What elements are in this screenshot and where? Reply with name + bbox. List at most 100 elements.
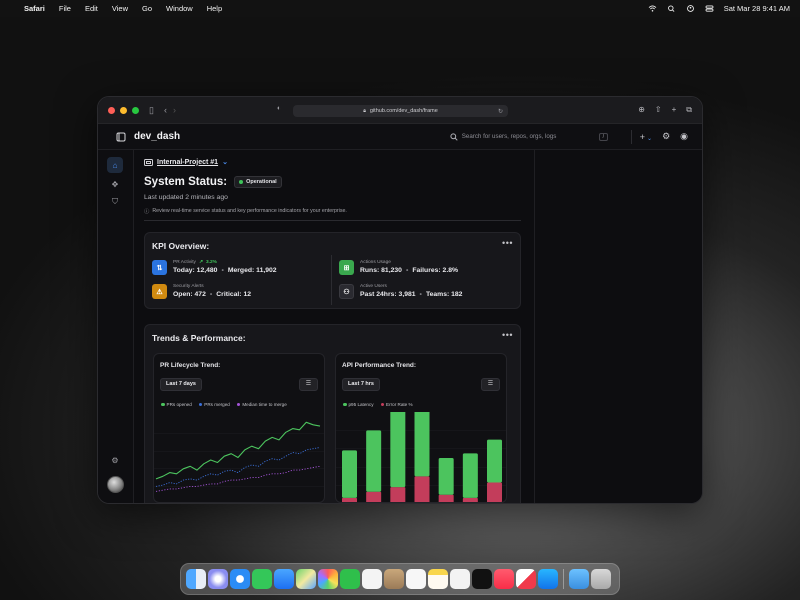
kpi-security-alerts[interactable]: ⚠ Security Alerts Open: 472 • Critical: 12 xyxy=(152,284,251,299)
trends-more-options-icon[interactable]: ••• xyxy=(502,330,513,340)
dock xyxy=(180,563,620,595)
api-chart-title: API Performance Trend: xyxy=(342,362,417,369)
pr-filter-icon[interactable]: ☰ xyxy=(299,378,318,391)
downloads-icon[interactable]: ⊕ xyxy=(638,105,645,115)
menu-edit[interactable]: Edit xyxy=(85,4,98,13)
menu-view[interactable]: View xyxy=(112,4,128,13)
new-tab-icon[interactable]: + xyxy=(672,105,677,115)
downloads-folder-icon[interactable] xyxy=(569,569,589,589)
kpi-actions-usage[interactable]: ⊞ Actions Usage Runs: 81,230 • Failures: 2… xyxy=(339,260,458,275)
sidebar-home-icon[interactable]: ⌂ xyxy=(107,157,123,173)
calendar-icon[interactable] xyxy=(362,569,382,589)
section-divider xyxy=(144,220,521,221)
settings-gear-icon[interactable]: ⚙ xyxy=(662,131,670,142)
user-switch-icon[interactable] xyxy=(686,5,695,12)
project-selector[interactable]: Internal-Project #1 ⌄ xyxy=(144,158,228,166)
reminders-icon[interactable] xyxy=(406,569,426,589)
bar-error-rate xyxy=(414,476,430,502)
search-icon xyxy=(450,132,458,141)
trash-icon[interactable] xyxy=(591,569,611,589)
status-dot-icon xyxy=(239,180,244,184)
bar-error-rate xyxy=(487,482,502,502)
kpi-users-label: Active Users xyxy=(360,284,387,289)
sidebar-nav: ⌂ ✥ ⛉ ⚙ xyxy=(98,150,134,503)
zoom-window-button[interactable] xyxy=(132,106,139,114)
pr-chart-legend: PRs opened PRs merged Median time to mer… xyxy=(161,402,287,407)
share-icon[interactable]: ⇧ xyxy=(655,105,662,115)
kpi-active-users[interactable]: ⚇ Active Users Past 24hrs: 3,981 • Teams: … xyxy=(339,284,462,299)
trends-title: Trends & Performance: xyxy=(152,333,246,343)
menu-file[interactable]: File xyxy=(59,4,71,13)
menu-app-name[interactable]: Safari xyxy=(24,4,45,13)
app-header: dev_dash Search for users, repos, orgs, … xyxy=(98,124,702,150)
reload-icon[interactable]: ↻ xyxy=(498,108,503,115)
warning-icon: ⚠ xyxy=(152,284,167,299)
apple-tv-icon[interactable] xyxy=(472,569,492,589)
privacy-shield-icon[interactable]: ◐ xyxy=(277,105,281,112)
sidebar-extensions-icon[interactable]: ✥ xyxy=(107,176,123,192)
close-window-button[interactable] xyxy=(108,106,115,114)
header-divider xyxy=(630,129,632,144)
kpi-more-options-icon[interactable]: ••• xyxy=(502,238,513,248)
menu-window[interactable]: Window xyxy=(166,4,193,13)
news-icon[interactable] xyxy=(516,569,536,589)
minimize-window-button[interactable] xyxy=(120,106,127,114)
sidebar-security-icon[interactable]: ⛉ xyxy=(107,194,123,210)
menu-go[interactable]: Go xyxy=(142,4,152,13)
app-store-icon[interactable] xyxy=(538,569,558,589)
api-filter-icon[interactable]: ☰ xyxy=(481,378,500,391)
trends-performance-card: Trends & Performance: ••• PR Lifecycle T… xyxy=(144,324,521,503)
lock-icon: 🔒︎ xyxy=(363,108,366,114)
menubar-clock[interactable]: Sat Mar 28 9:41 AM xyxy=(724,4,790,13)
kpi-pr-merged: Merged: 11,902 xyxy=(227,267,277,274)
brand-name[interactable]: dev_dash xyxy=(134,131,180,142)
page-hint: ⓘ Review real-time service status and key… xyxy=(144,207,347,215)
tab-overview-icon[interactable]: ⧉ xyxy=(686,105,692,115)
info-icon: ⓘ xyxy=(144,209,150,215)
control-center-icon[interactable] xyxy=(705,5,714,12)
wifi-icon[interactable] xyxy=(648,5,657,12)
menu-help[interactable]: Help xyxy=(207,4,222,13)
launchpad-icon[interactable] xyxy=(208,569,228,589)
kpi-users-past: Past 24hrs: 3,981 xyxy=(360,291,416,298)
user-avatar[interactable] xyxy=(107,476,124,493)
address-bar[interactable]: 🔒︎ github.com/dev_dash/frame ↻ xyxy=(293,105,508,117)
back-icon[interactable]: ‹ xyxy=(164,105,167,115)
legend-label: PRs merged xyxy=(204,402,230,407)
mail-icon[interactable] xyxy=(274,569,294,589)
legend-label: Error Rate % xyxy=(386,402,413,407)
kpi-users-teams: Teams: 182 xyxy=(425,291,463,298)
sidebar-settings-icon[interactable]: ⚙ xyxy=(107,452,123,468)
music-icon[interactable] xyxy=(494,569,514,589)
freeform-icon[interactable] xyxy=(450,569,470,589)
notes-icon[interactable] xyxy=(428,569,448,589)
facetime-icon[interactable] xyxy=(340,569,360,589)
messages-icon[interactable] xyxy=(252,569,272,589)
finder-icon[interactable] xyxy=(186,569,206,589)
profile-icon[interactable]: ◉ xyxy=(680,131,688,142)
kpi-divider xyxy=(331,255,332,305)
add-user-icon: ⚇ xyxy=(339,284,354,299)
bar-error-rate xyxy=(342,497,357,502)
forward-icon[interactable]: › xyxy=(173,105,176,115)
sidebar-toggle-icon[interactable]: ▯ xyxy=(149,105,154,116)
pr-range-selector[interactable]: Last 7 days xyxy=(160,378,202,391)
search-menubar-icon[interactable] xyxy=(667,5,676,12)
trend-up-icon: ↗ xyxy=(198,260,203,265)
status-badge: Operational xyxy=(234,176,282,188)
api-range-selector[interactable]: Last 7 hrs xyxy=(342,378,380,391)
pr-lifecycle-chart-card: PR Lifecycle Trend: Last 7 days ☰ PRs op… xyxy=(153,353,325,503)
maps-icon[interactable] xyxy=(296,569,316,589)
browser-window: ▯ ‹ › ◐ 🔒︎ github.com/dev_dash/frame ↻ ⊕… xyxy=(97,96,703,504)
kpi-pr-activity[interactable]: ⇅ PR Activity ↗ 3.2% Today: 12,480 • Merged:… xyxy=(152,260,277,275)
contacts-icon[interactable] xyxy=(384,569,404,589)
photos-icon[interactable] xyxy=(318,569,338,589)
create-new-button[interactable]: + ⌄ xyxy=(640,132,652,142)
bar-error-rate xyxy=(366,491,382,502)
safari-icon[interactable] xyxy=(230,569,250,589)
dock-separator xyxy=(563,569,564,589)
app-content: ⌂ ✥ ⛉ ⚙ Internal-Project #1 ⌄ System Sta… xyxy=(98,150,702,503)
series-line-3 xyxy=(155,465,321,492)
global-search-input[interactable]: Search for users, repos, orgs, logs / xyxy=(445,130,613,144)
legend-label: p95 Latency xyxy=(348,402,374,407)
